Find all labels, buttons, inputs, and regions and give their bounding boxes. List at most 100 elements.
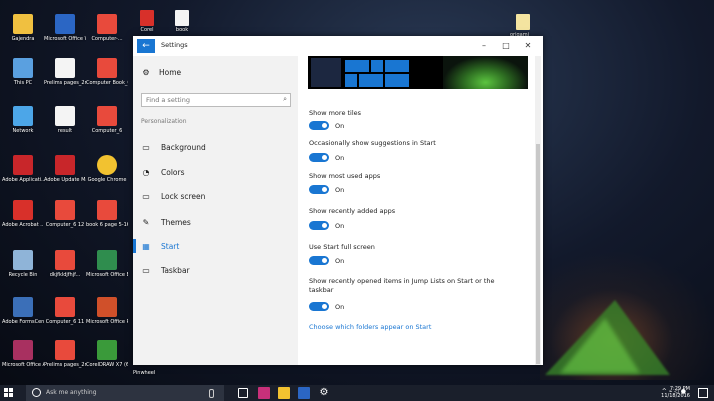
gear-icon: ⚙ — [142, 68, 150, 77]
image-icon: ▭ — [142, 142, 150, 152]
desktop-icon[interactable]: Adobe Update Ma... — [44, 155, 86, 183]
desktop-icon[interactable]: dkjfkldjfhjf... — [44, 250, 86, 278]
full-screen-toggle[interactable] — [309, 256, 329, 265]
find-setting-box[interactable]: ⌕ — [141, 93, 291, 107]
start-button[interactable] — [4, 388, 14, 398]
clock-date: 11/18/2016 — [661, 393, 690, 399]
back-button[interactable]: ← — [137, 39, 155, 53]
desktop-icon[interactable]: Adobe Applicati... — [2, 155, 44, 183]
taskbar: Ask me anything ⚙ ^ ⌁ ◁ ● 7:29 PM 11/18/… — [0, 385, 714, 401]
desktop-icon[interactable]: result — [44, 106, 86, 134]
suggestions-toggle[interactable] — [309, 153, 329, 162]
desktop-icon[interactable]: Microsoft Office Wo... — [44, 14, 86, 42]
nav-item-label: Colors — [161, 167, 185, 177]
most-used-apps-toggle[interactable] — [309, 185, 329, 194]
file-explorer-icon[interactable] — [278, 387, 290, 399]
search-input[interactable] — [142, 94, 276, 106]
desktop-icon[interactable]: CorelDRAW X7 (64-Bit) — [86, 340, 128, 368]
desktop-icon-origami[interactable] — [516, 14, 530, 30]
desktop-icon[interactable]: Computer_6 11 — [44, 297, 86, 325]
toggle-state: On — [335, 257, 345, 265]
taskbar-app-icon[interactable] — [258, 387, 270, 399]
show-more-tiles-toggle[interactable] — [309, 121, 329, 130]
desktop-icon-glyph — [175, 10, 189, 26]
desktop-icon-label: Recycle Bin — [8, 272, 38, 278]
nav-item-lock-screen[interactable]: ▭ Lock screen — [133, 186, 298, 206]
desktop-icon[interactable]: Computer-... — [86, 14, 128, 42]
desktop-icon[interactable]: Microsoft Office Acce... — [2, 340, 44, 368]
nav-item-background[interactable]: ▭ Background — [133, 137, 298, 157]
desktop-icon-label: Prelims pages_2n_v... — [44, 80, 86, 86]
desktop-icon-label: Adobe FormsCentral — [2, 319, 44, 325]
desktop-icon-glyph — [13, 106, 33, 126]
desktop-icon[interactable]: Computer_6 — [86, 106, 128, 134]
desktop-icon-glyph — [13, 14, 33, 34]
preview-wallpaper — [443, 56, 528, 89]
settings-content: Show more tiles On Occasionally show sug… — [298, 56, 543, 365]
desktop-icon-label: Gajendra — [11, 36, 35, 42]
task-view-icon[interactable] — [238, 388, 248, 398]
nav-item-colors[interactable]: ◔ Colors — [133, 162, 298, 182]
preview-tile — [345, 60, 369, 72]
desktop-icon[interactable]: Prelims pages_2n_v... — [44, 340, 86, 368]
desktop-icon-glyph — [13, 250, 33, 270]
desktop-icon[interactable]: Recycle Bin — [2, 250, 44, 278]
toggle-state: On — [335, 222, 345, 230]
desktop-icon[interactable]: Computer Book_01_... — [86, 58, 128, 86]
desktop-icon[interactable]: Network — [2, 106, 44, 134]
nav-home[interactable]: ⚙ Home — [141, 68, 181, 77]
desktop-icons: Gajendra Microsoft Office Wo... Computer… — [0, 0, 130, 385]
desktop-icon[interactable]: Adobe Acrobat ... — [2, 200, 44, 228]
desktop-icon[interactable]: Adobe FormsCentral — [2, 297, 44, 325]
toggle-state: On — [335, 122, 345, 130]
desktop-icon[interactable]: book 6 page 5-16 — [86, 200, 128, 228]
taskbar-app-icon[interactable] — [298, 387, 310, 399]
desktop-icon-label: Microsoft Office Wo... — [44, 36, 86, 42]
settings-gear-icon[interactable]: ⚙ — [318, 387, 330, 399]
desktop-icon-corel[interactable]: Corel — [133, 10, 161, 33]
minimize-button[interactable]: – — [477, 40, 491, 52]
setting-label: Show recently added apps — [309, 207, 396, 215]
nav-item-taskbar[interactable]: ▭ Taskbar — [133, 260, 298, 280]
desktop-icon[interactable]: Microsoft Office Exc... — [86, 250, 128, 278]
desktop-icon[interactable]: Prelims pages_2n_v... — [44, 58, 86, 86]
desktop-icon[interactable]: This PC — [2, 58, 44, 86]
settings-nav: ⚙ Home ⌕ Personalization ▭ Background ◔ … — [133, 56, 298, 365]
desktop-icon-glyph — [55, 14, 75, 34]
close-button[interactable]: ✕ — [521, 40, 535, 52]
nav-section-title: Personalization — [141, 118, 187, 125]
desktop-icon-glyph — [55, 297, 75, 317]
desktop-icon[interactable]: Computer_6 12 — [44, 200, 86, 228]
microphone-icon[interactable] — [209, 389, 214, 398]
notification-icon[interactable] — [698, 388, 708, 398]
desktop-icon-glyph — [55, 155, 75, 175]
nav-item-start[interactable]: ▦ Start — [133, 236, 298, 256]
jump-lists-toggle[interactable] — [309, 302, 329, 311]
desktop-icon[interactable]: Microsoft Office Po... — [86, 297, 128, 325]
desktop-icon-glyph — [97, 340, 117, 360]
scrollbar-thumb[interactable] — [536, 144, 540, 364]
start-preview — [308, 56, 528, 89]
brush-icon: ✎ — [142, 217, 150, 227]
desktop-icon[interactable]: Google Chrome — [86, 155, 128, 183]
desktop-icon[interactable]: Gajendra — [2, 14, 44, 42]
choose-folders-link[interactable]: Choose which folders appear on Start — [309, 323, 431, 331]
clock[interactable]: 7:29 PM 11/18/2016 — [661, 386, 690, 400]
desktop-icon-label: Network — [12, 128, 34, 134]
desktop-icon-label: result — [57, 128, 73, 134]
maximize-button[interactable]: □ — [499, 40, 513, 52]
cortana-search[interactable]: Ask me anything — [26, 385, 224, 401]
recently-added-apps-toggle[interactable] — [309, 221, 329, 230]
nav-item-themes[interactable]: ✎ Themes — [133, 212, 298, 232]
setting-label: Show most used apps — [309, 172, 381, 180]
desktop-icon-book[interactable]: book — [168, 10, 196, 33]
desktop-icon-glyph — [97, 155, 117, 175]
taskbar-icon: ▭ — [142, 265, 150, 275]
desktop-icon-glyph — [97, 14, 117, 34]
desktop-icon-glyph — [55, 106, 75, 126]
desktop-icon-glyph — [13, 155, 33, 175]
cortana-search-text: Ask me anything — [46, 389, 97, 396]
desktop-icon-label: Computer_6 — [91, 128, 123, 134]
nav-item-label: Taskbar — [161, 265, 190, 275]
desktop-icon-label: book 6 page 5-16 — [86, 222, 128, 228]
